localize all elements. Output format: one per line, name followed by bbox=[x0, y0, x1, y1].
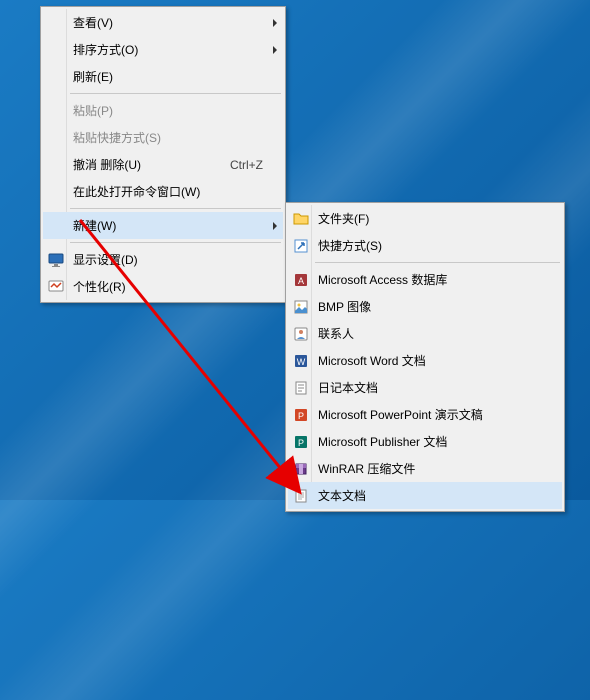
menu-view[interactable]: 查看(V) bbox=[43, 9, 283, 36]
chevron-right-icon bbox=[273, 222, 277, 230]
word-icon: W bbox=[292, 352, 310, 370]
svg-text:W: W bbox=[297, 357, 306, 367]
bmp-icon bbox=[292, 298, 310, 316]
menu-undo-label: 撤消 删除(U) bbox=[73, 156, 210, 173]
menu-separator bbox=[70, 208, 281, 209]
submenu-ppt-label: Microsoft PowerPoint 演示文稿 bbox=[318, 406, 542, 423]
submenu-word[interactable]: W Microsoft Word 文档 bbox=[288, 347, 562, 374]
submenu-access-label: Microsoft Access 数据库 bbox=[318, 271, 542, 288]
menu-paste: 粘贴(P) bbox=[43, 97, 283, 124]
publisher-icon: P bbox=[292, 433, 310, 451]
menu-display-settings[interactable]: 显示设置(D) bbox=[43, 246, 283, 273]
svg-text:P: P bbox=[298, 438, 304, 448]
submenu-folder-label: 文件夹(F) bbox=[318, 210, 542, 227]
menu-sort[interactable]: 排序方式(O) bbox=[43, 36, 283, 63]
menu-sort-label: 排序方式(O) bbox=[73, 41, 263, 58]
submenu-txt[interactable]: 文本文档 bbox=[288, 482, 562, 509]
menu-refresh-label: 刷新(E) bbox=[73, 68, 263, 85]
shortcut-icon bbox=[292, 237, 310, 255]
folder-icon bbox=[292, 210, 310, 228]
menu-paste-shortcut-label: 粘贴快捷方式(S) bbox=[73, 129, 263, 146]
submenu-bmp[interactable]: BMP 图像 bbox=[288, 293, 562, 320]
menu-undo-shortcut: Ctrl+Z bbox=[230, 158, 263, 172]
menu-separator bbox=[315, 262, 560, 263]
submenu-shortcut-label: 快捷方式(S) bbox=[318, 237, 542, 254]
menu-view-label: 查看(V) bbox=[73, 14, 263, 31]
menu-personalize[interactable]: 个性化(R) bbox=[43, 273, 283, 300]
submenu-access[interactable]: A Microsoft Access 数据库 bbox=[288, 266, 562, 293]
new-submenu: 文件夹(F) 快捷方式(S) A Microsoft Access 数据库 BM… bbox=[285, 202, 565, 512]
journal-icon bbox=[292, 379, 310, 397]
submenu-winrar[interactable]: WinRAR 压缩文件 bbox=[288, 455, 562, 482]
ppt-icon: P bbox=[292, 406, 310, 424]
submenu-txt-label: 文本文档 bbox=[318, 487, 542, 504]
submenu-folder[interactable]: 文件夹(F) bbox=[288, 205, 562, 232]
submenu-powerpoint[interactable]: P Microsoft PowerPoint 演示文稿 bbox=[288, 401, 562, 428]
menu-open-cmd-label: 在此处打开命令窗口(W) bbox=[73, 183, 263, 200]
menu-refresh[interactable]: 刷新(E) bbox=[43, 63, 283, 90]
submenu-journal-label: 日记本文档 bbox=[318, 379, 542, 396]
access-icon: A bbox=[292, 271, 310, 289]
submenu-word-label: Microsoft Word 文档 bbox=[318, 352, 542, 369]
winrar-icon bbox=[292, 460, 310, 478]
menu-open-cmd[interactable]: 在此处打开命令窗口(W) bbox=[43, 178, 283, 205]
chevron-right-icon bbox=[273, 46, 277, 54]
submenu-contact[interactable]: 联系人 bbox=[288, 320, 562, 347]
submenu-winrar-label: WinRAR 压缩文件 bbox=[318, 460, 542, 477]
submenu-publisher[interactable]: P Microsoft Publisher 文档 bbox=[288, 428, 562, 455]
submenu-journal[interactable]: 日记本文档 bbox=[288, 374, 562, 401]
submenu-publisher-label: Microsoft Publisher 文档 bbox=[318, 433, 542, 450]
svg-text:A: A bbox=[298, 276, 304, 286]
menu-undo-delete[interactable]: 撤消 删除(U) Ctrl+Z bbox=[43, 151, 283, 178]
display-icon bbox=[47, 251, 65, 269]
menu-paste-label: 粘贴(P) bbox=[73, 102, 263, 119]
svg-text:P: P bbox=[298, 411, 304, 421]
chevron-right-icon bbox=[273, 19, 277, 27]
menu-separator bbox=[70, 93, 281, 94]
menu-separator bbox=[70, 242, 281, 243]
menu-new-label: 新建(W) bbox=[73, 217, 263, 234]
submenu-contact-label: 联系人 bbox=[318, 325, 542, 342]
menu-paste-shortcut: 粘贴快捷方式(S) bbox=[43, 124, 283, 151]
txt-icon bbox=[292, 487, 310, 505]
submenu-bmp-label: BMP 图像 bbox=[318, 298, 542, 315]
menu-display-label: 显示设置(D) bbox=[73, 251, 263, 268]
contact-icon bbox=[292, 325, 310, 343]
menu-personalize-label: 个性化(R) bbox=[73, 278, 263, 295]
personalize-icon bbox=[47, 278, 65, 296]
menu-new[interactable]: 新建(W) bbox=[43, 212, 283, 239]
submenu-shortcut[interactable]: 快捷方式(S) bbox=[288, 232, 562, 259]
desktop-context-menu: 查看(V) 排序方式(O) 刷新(E) 粘贴(P) 粘贴快捷方式(S) 撤消 删… bbox=[40, 6, 286, 303]
